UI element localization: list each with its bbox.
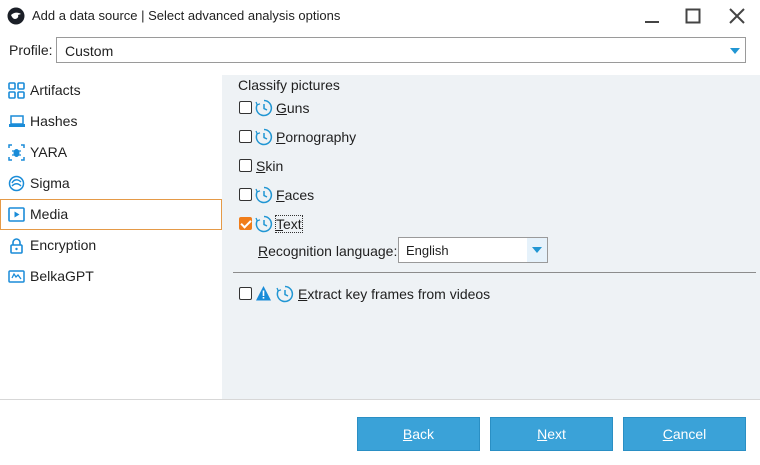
belkagpt-icon [8, 270, 25, 283]
profile-row: Profile: Custom [0, 36, 760, 66]
option-label: Guns [276, 100, 310, 116]
checkbox[interactable] [239, 130, 252, 143]
sidebar-item-label: YARA [30, 144, 68, 160]
sidebar-item-label: BelkaGPT [30, 268, 94, 284]
dropdown-button [527, 238, 547, 262]
checkbox[interactable] [239, 159, 252, 172]
option-guns[interactable]: Guns [238, 98, 318, 118]
checkbox[interactable] [239, 287, 252, 300]
option-label: Text [275, 215, 303, 233]
sidebar-item-belkagpt[interactable]: BelkaGPT [0, 261, 222, 292]
recognition-language-label: Recognition language: [258, 243, 398, 259]
cancel-button[interactable]: Cancel [623, 417, 746, 451]
sidebar-item-yara[interactable]: YARA [0, 137, 222, 168]
dropdown-arrow-icon [532, 247, 542, 253]
profile-label: Profile: [9, 42, 53, 58]
sidebar: Artifacts Hashes YARA Sigma Media Encryp… [0, 75, 222, 399]
profile-dropdown[interactable]: Custom [56, 37, 746, 63]
schedule-clock-icon [255, 128, 273, 146]
sidebar-item-label: Media [30, 206, 69, 222]
recognition-language-dropdown[interactable]: English [398, 237, 548, 263]
recognition-language-value: English [406, 243, 449, 258]
next-button[interactable]: Next [490, 417, 613, 451]
sidebar-item-artifacts[interactable]: Artifacts [0, 75, 222, 106]
sidebar-item-label: Sigma [30, 175, 70, 191]
minimize-button[interactable] [639, 4, 665, 28]
sidebar-item-sigma[interactable]: Sigma [0, 168, 222, 199]
yara-bug-icon [8, 144, 25, 161]
schedule-clock-icon [276, 285, 294, 303]
dropdown-arrow-icon [730, 48, 740, 54]
footer-separator [0, 399, 760, 400]
option-faces[interactable]: Faces [238, 185, 318, 205]
maximize-icon [685, 8, 701, 24]
section-title: Classify pictures [238, 77, 340, 93]
sidebar-item-encryption[interactable]: Encryption [0, 230, 222, 261]
profile-value: Custom [65, 43, 114, 59]
hash-icon [9, 115, 25, 127]
lock-icon [10, 238, 23, 254]
option-extract-key-frames[interactable]: Extract key frames from videos [238, 284, 498, 304]
option-text[interactable]: Text [238, 214, 308, 234]
sidebar-item-label: Encryption [30, 237, 97, 253]
minimize-icon [645, 21, 659, 23]
sidebar-item-label: Artifacts [30, 82, 81, 98]
grid-icon [8, 82, 25, 99]
media-options-panel: Classify pictures Guns Pornography Skin … [222, 75, 760, 399]
sidebar-item-hashes[interactable]: Hashes [0, 106, 222, 137]
option-skin[interactable]: Skin [238, 156, 288, 176]
checkbox[interactable] [239, 188, 252, 201]
schedule-clock-icon [255, 215, 273, 233]
maximize-button[interactable] [680, 4, 706, 28]
sidebar-item-label: Hashes [30, 113, 78, 129]
belkasoft-logo-icon [7, 7, 25, 25]
title-bar: Add a data source | Select advanced anal… [0, 0, 760, 32]
option-label: Skin [256, 158, 284, 174]
checkbox-checked[interactable] [239, 217, 252, 230]
sidebar-item-media[interactable]: Media [0, 199, 222, 230]
sigma-icon [8, 175, 25, 192]
schedule-clock-icon [255, 186, 273, 204]
close-button[interactable] [724, 4, 750, 28]
divider [233, 272, 756, 273]
window-title: Add a data source | Select advanced anal… [32, 8, 341, 23]
option-label: Faces [276, 187, 315, 203]
media-play-icon [8, 207, 25, 222]
schedule-clock-icon [255, 99, 273, 117]
option-pornography[interactable]: Pornography [238, 127, 363, 147]
checkbox[interactable] [239, 101, 252, 114]
close-icon [729, 8, 745, 24]
warning-icon [256, 286, 271, 301]
back-button[interactable]: Back [357, 417, 480, 451]
option-label: Extract key frames from videos [298, 286, 491, 302]
option-label: Pornography [276, 129, 357, 145]
